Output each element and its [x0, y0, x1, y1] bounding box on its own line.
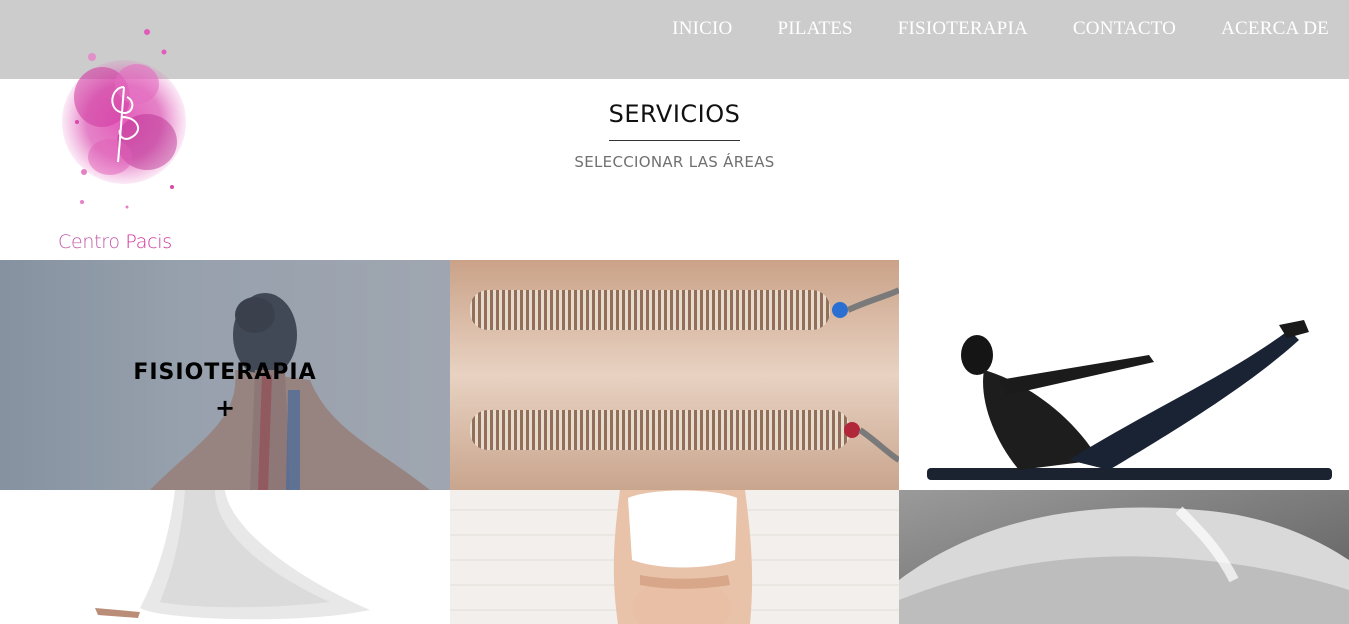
site-logo[interactable]: Centro Pacis — [52, 12, 192, 257]
title-divider — [609, 140, 740, 141]
back-stretch-photo — [899, 490, 1349, 624]
nav-fisioterapia[interactable]: FISIOTERAPIA — [898, 18, 1028, 40]
logo-word-pacis: Pacis — [125, 231, 172, 253]
top-nav-bar: INICIO PILATES FISIOTERAPIA CONTACTO ACE… — [0, 0, 1349, 79]
pilates-man-photo — [899, 260, 1349, 490]
nav-inicio[interactable]: INICIO — [672, 18, 732, 40]
service-tile-pilates-mat[interactable] — [899, 260, 1349, 490]
pregnant-woman-photo — [450, 490, 899, 624]
service-tile-fisioterapia[interactable]: FISIOTERAPIA + — [0, 260, 450, 490]
nav-acerca-de[interactable]: ACERCA DE — [1221, 18, 1329, 40]
nav-contacto[interactable]: CONTACTO — [1073, 18, 1176, 40]
service-tile-back-therapy[interactable] — [899, 490, 1349, 624]
main-menu: INICIO PILATES FISIOTERAPIA CONTACTO ACE… — [672, 18, 1329, 40]
logo-word-centro: Centro — [58, 231, 120, 253]
service-tile-aerial-yoga[interactable] — [0, 490, 450, 624]
service-tile-reformer-springs[interactable] — [450, 260, 899, 490]
services-title: SERVICIOS — [608, 100, 741, 128]
logo-wordmark: Centro Pacis — [58, 231, 172, 253]
nav-pilates[interactable]: PILATES — [777, 18, 852, 40]
tile-caption: FISIOTERAPIA — [133, 360, 317, 385]
reformer-springs-photo — [450, 260, 899, 490]
aerial-hammock-photo — [0, 490, 450, 624]
service-tile-prenatal[interactable] — [450, 490, 899, 624]
services-subtitle: SELECCIONAR LAS ÁREAS — [574, 153, 775, 171]
expand-plus-icon: + — [214, 394, 236, 422]
